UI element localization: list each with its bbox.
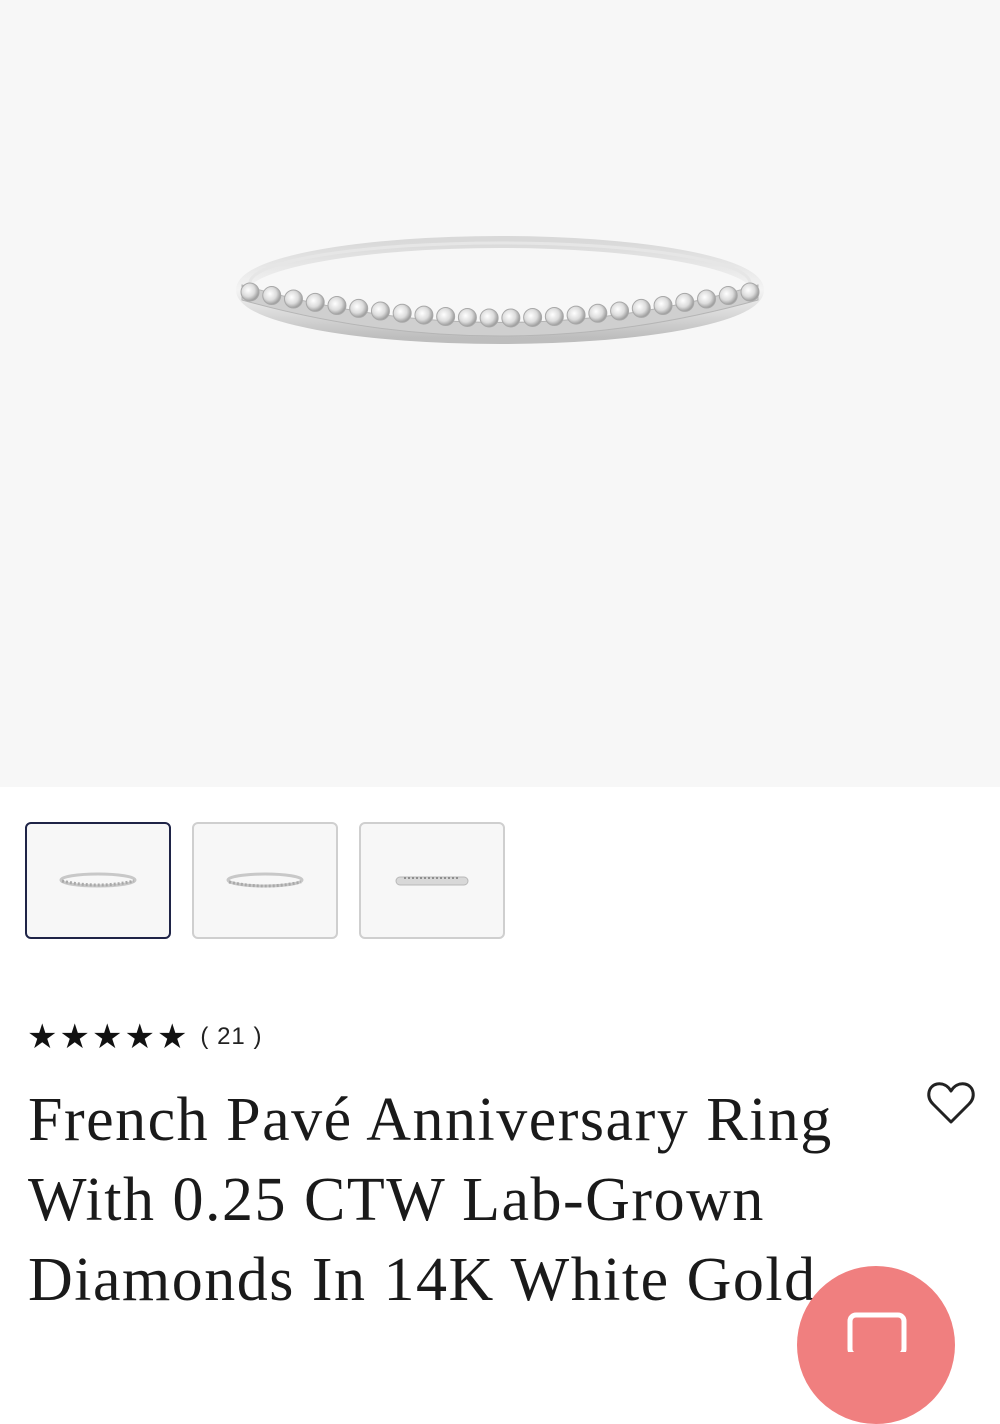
- review-count[interactable]: ( 21 ): [200, 1023, 262, 1051]
- product-rating[interactable]: ★ ★ ★ ★ ★ ( 21 ): [27, 1018, 262, 1056]
- wishlist-button[interactable]: [925, 1078, 977, 1128]
- diamond-stone: [740, 282, 760, 302]
- diamond-stone: [631, 298, 651, 318]
- thumbnail-2[interactable]: [192, 822, 338, 939]
- diamond-stone: [588, 303, 608, 323]
- diamond-stone: [349, 298, 369, 318]
- thumbnail-strip: [25, 822, 505, 939]
- diamond-stone: [675, 292, 695, 312]
- chat-icon: [847, 1312, 907, 1352]
- diamond-stone: [544, 306, 564, 326]
- star-rating: ★ ★ ★ ★ ★: [27, 1018, 187, 1056]
- product-title-line: Diamonds In 14K White Gold: [28, 1246, 817, 1314]
- ring-thumbnail-image: [59, 872, 137, 887]
- ring-image: [236, 236, 764, 344]
- product-title-line: With 0.25 CTW Lab-Grown: [28, 1166, 765, 1234]
- diamond-stone: [370, 301, 390, 321]
- star-icon: ★: [124, 1017, 155, 1057]
- diamond-stone: [697, 289, 717, 309]
- star-icon: ★: [27, 1017, 58, 1057]
- product-title: French Pavé Anniversary Ring With 0.25 C…: [28, 1080, 888, 1320]
- diamond-stone: [718, 286, 738, 306]
- star-icon: ★: [156, 1017, 188, 1057]
- heart-icon: [927, 1082, 975, 1124]
- diamond-stone: [305, 292, 325, 312]
- diamond-stone: [262, 286, 282, 306]
- product-hero-image[interactable]: [0, 0, 1000, 787]
- star-icon: ★: [59, 1017, 90, 1057]
- diamond-stone: [436, 306, 456, 326]
- chat-button[interactable]: [797, 1266, 955, 1424]
- diamond-stone: [610, 301, 630, 321]
- ring-thumbnail-image: [226, 872, 304, 887]
- thumbnail-1[interactable]: [25, 822, 171, 939]
- diamond-stone: [566, 305, 586, 325]
- diamond-stone: [240, 282, 260, 302]
- diamond-stone: [653, 296, 673, 316]
- thumbnail-3[interactable]: [359, 822, 505, 939]
- diamond-stone: [392, 303, 412, 323]
- product-title-line: French Pavé Anniversary Ring: [28, 1086, 833, 1154]
- diamond-stone: [327, 296, 347, 316]
- diamond-stone: [457, 307, 477, 327]
- diamond-stone: [523, 307, 543, 327]
- star-icon: ★: [91, 1017, 123, 1057]
- diamond-stone: [479, 308, 499, 328]
- diamond-stone: [501, 308, 521, 328]
- ring-thumbnail-image: [395, 876, 469, 885]
- diamond-stone: [414, 305, 434, 325]
- diamond-stone: [283, 289, 303, 309]
